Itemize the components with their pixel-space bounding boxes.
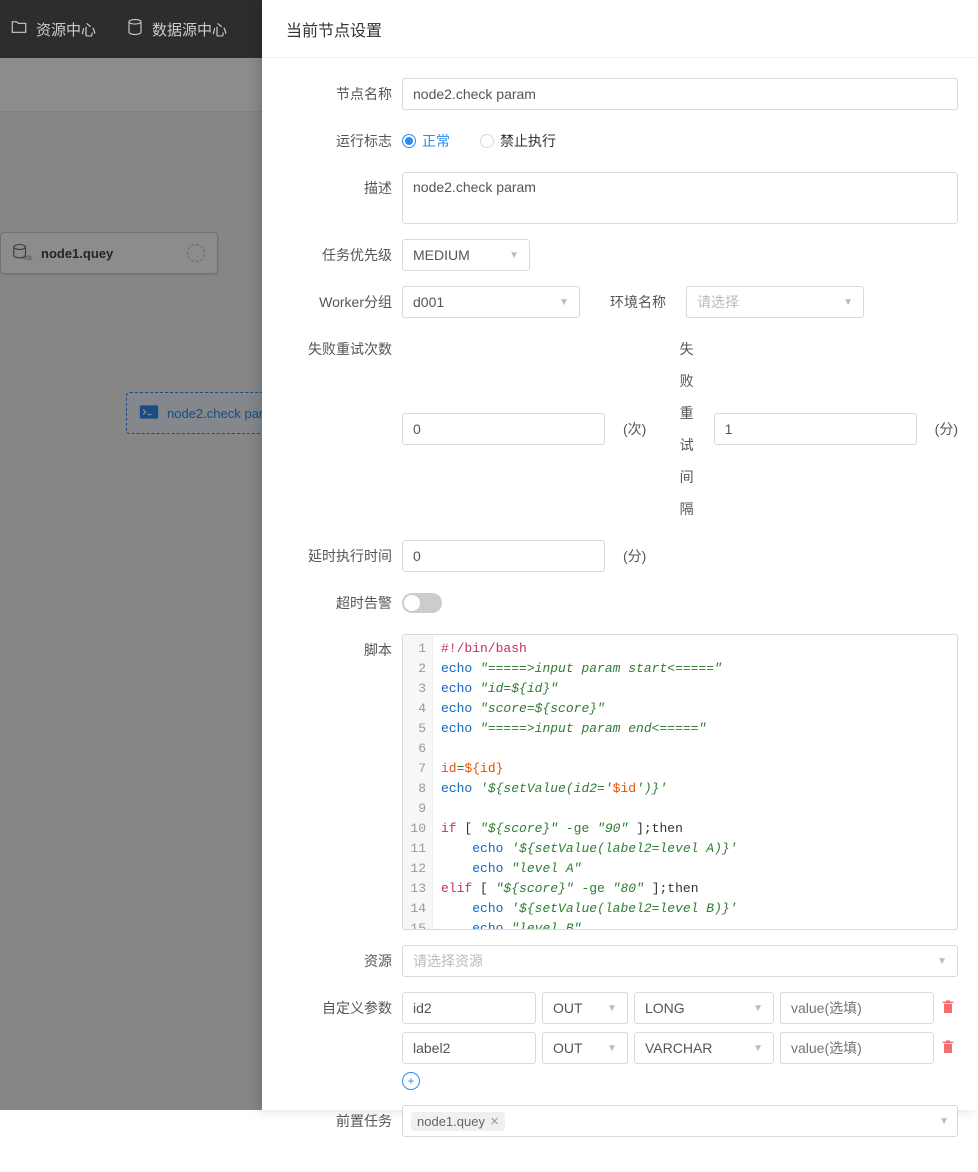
timeout-alarm-switch[interactable] [402, 593, 442, 613]
chevron-down-icon: ▼ [607, 1043, 617, 1054]
label-custom-params: 自定义参数 [272, 992, 402, 1024]
label-worker-group: Worker分组 [272, 286, 402, 318]
folder-icon [10, 18, 28, 40]
pre-task-tag: node1.quey✕ [411, 1112, 505, 1131]
nav-data-source-center[interactable]: 数据源中心 [126, 18, 227, 40]
param-name-input[interactable] [402, 1032, 536, 1064]
worker-group-select[interactable]: d001▼ [402, 286, 580, 318]
description-input[interactable]: node2.check param [402, 172, 958, 224]
unit-minutes: (分) [935, 413, 958, 445]
nav-label: 资源中心 [36, 19, 96, 40]
resource-select[interactable]: 请选择资源▼ [402, 945, 958, 977]
node-name-input[interactable] [402, 78, 958, 110]
chevron-down-icon: ▼ [939, 1116, 949, 1127]
radio-disabled[interactable]: 禁止执行 [480, 131, 556, 151]
radio-label: 正常 [422, 131, 450, 151]
chevron-down-icon: ▼ [753, 1003, 763, 1014]
node-settings-drawer: 当前节点设置 节点名称 运行标志 正常 禁止执行 描述 node2.check … [262, 0, 978, 1110]
label-delay-time: 延时执行时间 [272, 540, 402, 572]
drawer-title: 当前节点设置 [262, 0, 978, 58]
delete-icon[interactable] [940, 999, 958, 1018]
param-dir-select[interactable]: OUT▼ [542, 992, 628, 1024]
label-priority: 任务优先级 [272, 239, 402, 271]
unit-minutes: (分) [623, 540, 646, 572]
priority-select[interactable]: MEDIUM▼ [402, 239, 530, 271]
chevron-down-icon: ▼ [843, 297, 853, 308]
delay-time-input[interactable] [402, 540, 605, 572]
radio-label: 禁止执行 [500, 131, 556, 151]
unit-times: (次) [623, 413, 646, 445]
retry-interval-input[interactable] [714, 413, 917, 445]
param-type-select[interactable]: LONG▼ [634, 992, 774, 1024]
label-node-name: 节点名称 [272, 78, 402, 110]
label-resource: 资源 [272, 945, 402, 977]
param-dir-select[interactable]: OUT▼ [542, 1032, 628, 1064]
add-param-button[interactable]: + [402, 1072, 420, 1090]
label-script: 脚本 [272, 634, 402, 666]
close-icon[interactable]: ✕ [490, 1115, 499, 1128]
nav-resource-center[interactable]: 资源中心 [10, 18, 96, 40]
env-name-select[interactable]: 请选择▼ [686, 286, 864, 318]
chevron-down-icon: ▼ [753, 1043, 763, 1054]
radio-normal[interactable]: 正常 [402, 131, 450, 151]
nav-label: 数据源中心 [152, 19, 227, 40]
delete-icon[interactable] [940, 1039, 958, 1058]
label-env-name: 环境名称 [590, 286, 676, 318]
param-name-input[interactable] [402, 992, 536, 1024]
chevron-down-icon: ▼ [509, 250, 519, 261]
chevron-down-icon: ▼ [607, 1003, 617, 1014]
database-icon [126, 18, 144, 40]
label-retry-times: 失败重试次数 [272, 333, 402, 365]
param-row: OUT▼VARCHAR▼ [402, 1032, 958, 1064]
script-editor[interactable]: 123456789101112131415 #!/bin/bashecho "=… [402, 634, 958, 930]
chevron-down-icon: ▼ [559, 297, 569, 308]
radio-dot-icon [480, 134, 494, 148]
label-run-flag: 运行标志 [272, 125, 402, 157]
chevron-down-icon: ▼ [937, 956, 947, 967]
param-row: OUT▼LONG▼ [402, 992, 958, 1024]
param-value-input[interactable] [780, 992, 934, 1024]
param-value-input[interactable] [780, 1032, 934, 1064]
modal-backdrop[interactable] [0, 58, 262, 1110]
label-retry-interval: 失败重试间隔 [656, 333, 703, 525]
param-type-select[interactable]: VARCHAR▼ [634, 1032, 774, 1064]
radio-dot-icon [402, 134, 416, 148]
label-description: 描述 [272, 172, 402, 204]
retry-times-input[interactable] [402, 413, 605, 445]
label-timeout-alarm: 超时告警 [272, 587, 402, 619]
